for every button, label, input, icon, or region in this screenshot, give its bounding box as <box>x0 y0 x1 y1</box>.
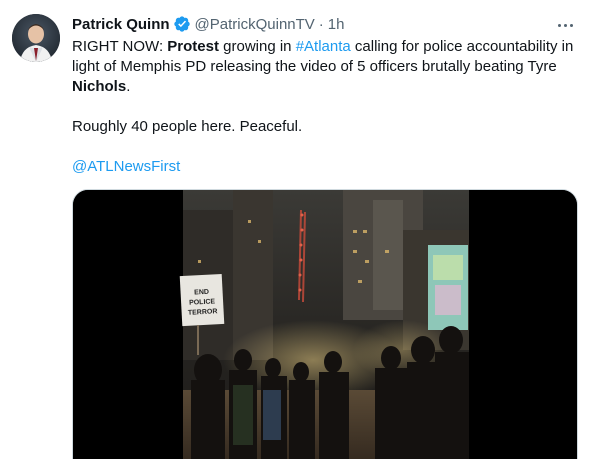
mention-link[interactable]: @ATLNewsFirst <box>72 158 180 175</box>
text-segment-bold: Nichols <box>72 78 127 95</box>
tweet-header: Patrick Quinn @PatrickQuinnTV · 1h <box>72 14 344 34</box>
verified-badge-icon <box>173 15 191 33</box>
header-separator: · <box>318 15 324 33</box>
svg-text:POLICE: POLICE <box>189 298 216 306</box>
tweet-paragraph-1: RIGHT NOW: Protest growing in #Atlanta c… <box>72 37 587 97</box>
author-handle[interactable]: @PatrickQuinnTV <box>195 16 315 33</box>
avatar[interactable] <box>12 14 60 62</box>
video-frame: END POLICE TERROR <box>73 190 577 459</box>
text-segment-bold: Protest <box>167 38 219 55</box>
hashtag-link[interactable]: #Atlanta <box>296 38 351 55</box>
text-segment: growing in <box>218 38 296 55</box>
text-segment: . <box>126 78 131 95</box>
video-player[interactable]: END POLICE TERROR <box>72 189 578 459</box>
more-options-icon[interactable] <box>553 14 577 36</box>
tweet-paragraph-2: Roughly 40 people here. Peaceful. <box>72 118 303 135</box>
tweet-timestamp[interactable]: 1h <box>328 16 345 33</box>
tweet-text: RIGHT NOW: Protest growing in #Atlanta c… <box>72 37 587 177</box>
avatar-image <box>12 14 60 62</box>
tweet-paragraph-3: @ATLNewsFirst <box>72 157 587 177</box>
author-name[interactable]: Patrick Quinn <box>72 16 170 33</box>
tweet-card[interactable]: Patrick Quinn @PatrickQuinnTV · 1h RIGHT… <box>0 0 599 459</box>
text-segment: RIGHT NOW: <box>72 38 168 55</box>
svg-text:END: END <box>194 289 209 297</box>
